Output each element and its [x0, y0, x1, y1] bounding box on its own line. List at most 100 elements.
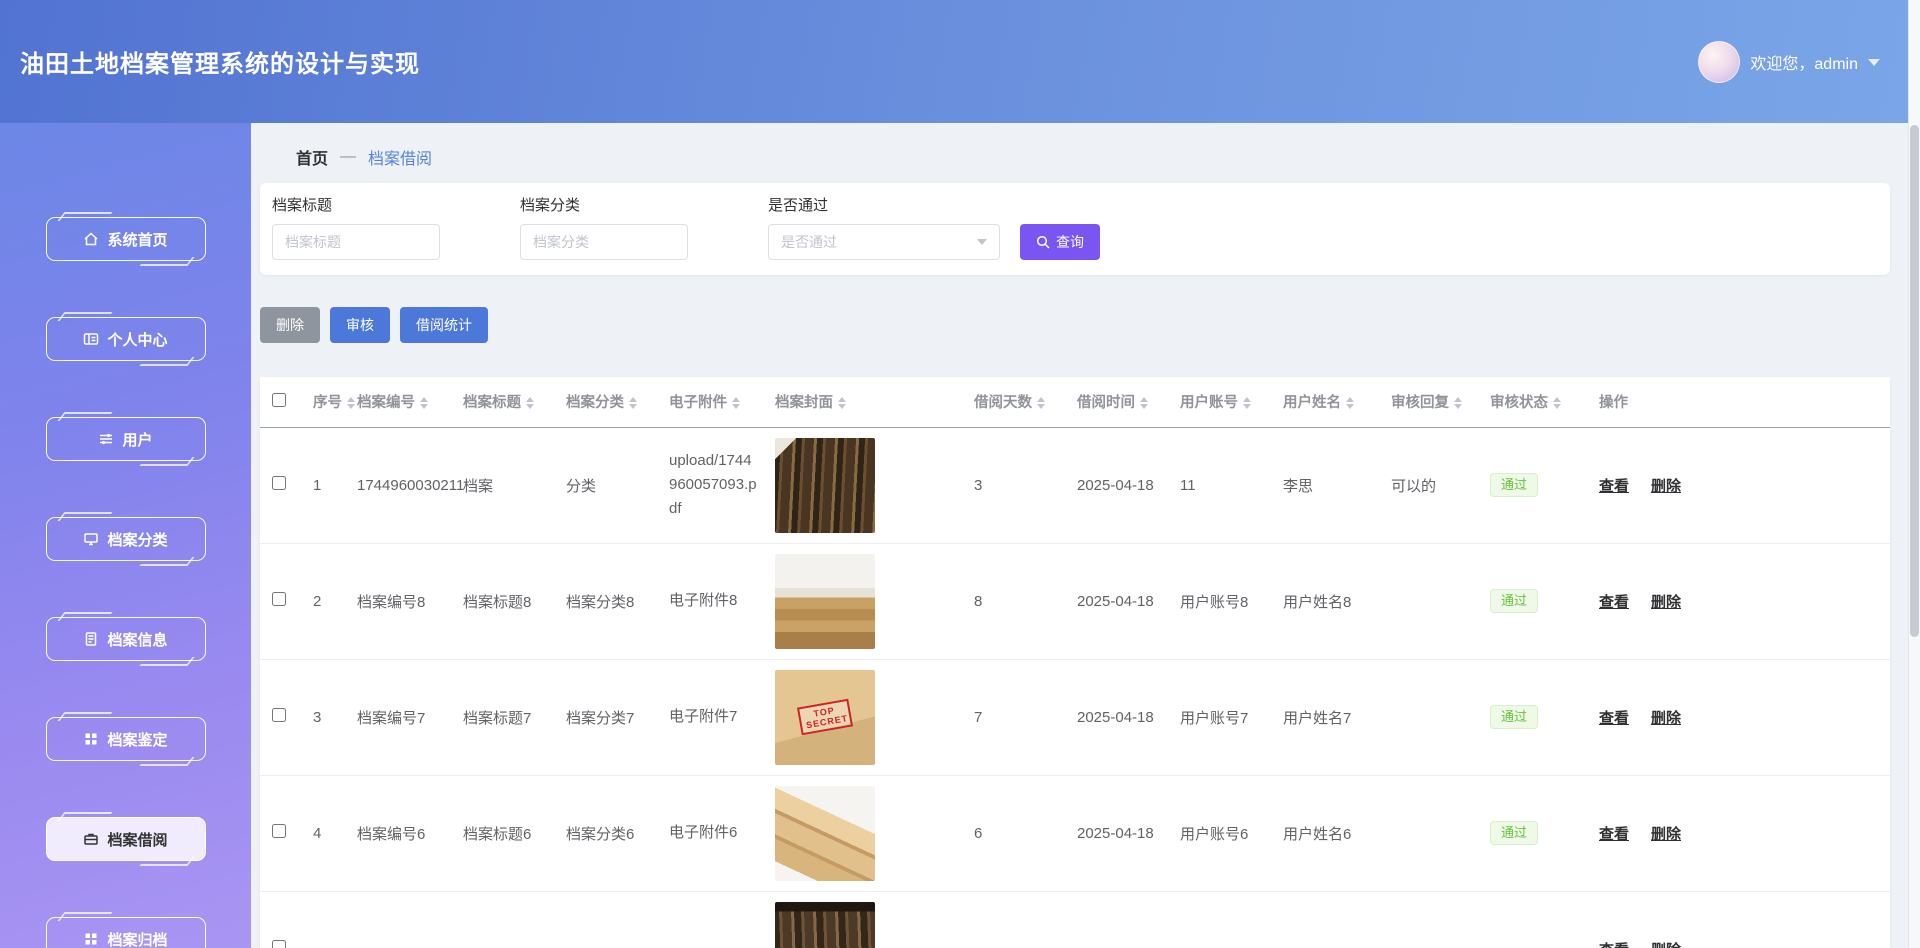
cell-index: 2: [305, 543, 349, 660]
archive-cover-image[interactable]: [775, 553, 875, 649]
app-header: 油田土地档案管理系统的设计与实现 欢迎您，admin: [0, 0, 1920, 123]
row-checkbox[interactable]: [272, 940, 286, 948]
main-content: 首页 — 档案借阅 档案标题 档案分类 是否通过 是否通过 查询 删除 审核 借…: [251, 123, 1908, 948]
app-title: 油田土地档案管理系统的设计与实现: [20, 51, 420, 78]
cell-account: 用户账号8: [1172, 543, 1275, 660]
sort-caret-icon[interactable]: [1037, 397, 1045, 410]
cell-cover: [767, 775, 966, 892]
archive-cover-image[interactable]: TOP SECRET: [775, 669, 875, 765]
filter-panel: 档案标题 档案分类 是否通过 是否通过 查询: [260, 183, 1890, 275]
search-button[interactable]: 查询: [1020, 224, 1100, 260]
row-checkbox[interactable]: [272, 592, 286, 606]
cell-attachment: upload/174496​0057093.pdf: [661, 427, 767, 544]
cell-index: 3: [305, 659, 349, 776]
sidebar-item-archive-borrow[interactable]: 档案借阅: [45, 817, 206, 861]
column-header: 序号: [313, 395, 342, 412]
borrow-stats-button[interactable]: 借阅统计: [400, 307, 488, 343]
tune-icon: [98, 431, 114, 447]
view-link[interactable]: 查看: [1599, 826, 1629, 843]
sort-caret-icon[interactable]: [629, 397, 637, 410]
column-header: 档案编号: [357, 395, 415, 412]
cell-username: [1275, 891, 1383, 948]
sidebar-item-profile[interactable]: 个人中心: [45, 317, 206, 361]
sort-caret-icon[interactable]: [420, 397, 428, 410]
review-button[interactable]: 审核: [330, 307, 390, 343]
cell-title: [455, 891, 558, 948]
sidebar-item-users[interactable]: 用户: [45, 417, 206, 461]
row-checkbox[interactable]: [272, 476, 286, 490]
column-header: 档案分类: [566, 395, 624, 412]
sidebar-item-archive-info[interactable]: 档案信息: [45, 617, 206, 661]
sidebar-item-archive-filing[interactable]: 档案归档: [45, 917, 206, 948]
cell-index: 1: [305, 427, 349, 544]
view-link[interactable]: 查看: [1599, 710, 1629, 727]
delete-button[interactable]: 删除: [260, 307, 320, 343]
cell-days: 7: [966, 659, 1069, 776]
sidebar-item-home[interactable]: 系统首页: [45, 217, 206, 261]
monitor-icon: [83, 531, 99, 547]
cell-code: 1744960030211: [349, 427, 464, 544]
scrollbar-track: [1908, 0, 1920, 948]
cell-cover: [767, 543, 966, 660]
cell-code: [349, 891, 455, 948]
archive-cover-image[interactable]: [775, 437, 875, 533]
avatar[interactable]: [1698, 40, 1741, 83]
cell-time: [1069, 891, 1172, 948]
delete-link[interactable]: 删除: [1651, 826, 1681, 843]
sort-caret-icon[interactable]: [732, 397, 740, 410]
column-header: 档案封面: [775, 395, 833, 412]
cell-days: [966, 891, 1069, 948]
column-header: 用户姓名: [1283, 395, 1341, 412]
pass-select[interactable]: 是否通过: [768, 224, 1000, 260]
cell-reply: 可以的: [1383, 427, 1482, 544]
archive-cover-image[interactable]: [775, 785, 875, 881]
sort-caret-icon[interactable]: [1243, 397, 1251, 410]
table-header-row: 序号 档案编号 档案标题 档案分类 电子附件 档案封面 借阅天数 借阅时间 用户…: [260, 377, 1890, 428]
breadcrumb-home[interactable]: 首页: [296, 145, 328, 169]
cell-reply: [1383, 775, 1482, 892]
row-checkbox[interactable]: [272, 824, 286, 838]
user-menu[interactable]: 欢迎您，admin: [1698, 40, 1880, 83]
delete-link[interactable]: 删除: [1651, 942, 1681, 948]
cell-title: 档案标题8: [455, 543, 558, 660]
cell-cover: TOP SECRET: [767, 659, 966, 776]
view-link[interactable]: 查看: [1599, 594, 1629, 611]
briefcase-icon: [83, 831, 99, 847]
select-all-checkbox[interactable]: [272, 392, 286, 407]
sidebar-item-archive-category[interactable]: 档案分类: [45, 517, 206, 561]
cell-actions: 查看 删除: [1591, 775, 1890, 892]
scrollbar-thumb[interactable]: [1910, 125, 1919, 637]
cell-account: 用户账号7: [1172, 659, 1275, 776]
sort-caret-icon[interactable]: [1346, 397, 1354, 410]
cell-username: 用户姓名7: [1275, 659, 1383, 776]
sidebar-item-label: 系统首页: [107, 231, 168, 249]
sidebar-item-label: 档案归档: [107, 931, 168, 948]
sort-caret-icon[interactable]: [1454, 397, 1462, 410]
delete-link[interactable]: 删除: [1651, 478, 1681, 495]
sort-caret-icon[interactable]: [347, 397, 355, 410]
cell-status: 通过: [1482, 775, 1591, 892]
sort-caret-icon[interactable]: [1553, 397, 1561, 410]
archive-cover-image[interactable]: [775, 901, 875, 948]
cell-status: 通过: [1482, 659, 1591, 776]
search-button-label: 查询: [1056, 234, 1084, 250]
cell-status: 通过: [1482, 427, 1591, 544]
column-header: 审核状态: [1490, 395, 1548, 412]
grid-icon: [83, 731, 99, 747]
sidebar-item-archive-appraisal[interactable]: 档案鉴定: [45, 717, 206, 761]
archive-title-input[interactable]: [272, 224, 440, 260]
sort-caret-icon[interactable]: [526, 397, 534, 410]
sort-caret-icon[interactable]: [838, 397, 846, 410]
table-row: 4 档案编号6 档案标题6 档案分类6 电子附件6 6 2025-04-18 用…: [260, 775, 1890, 892]
cell-category: 档案分类7: [558, 659, 661, 776]
sort-caret-icon[interactable]: [1140, 397, 1148, 410]
delete-link[interactable]: 删除: [1651, 594, 1681, 611]
view-link[interactable]: 查看: [1599, 942, 1629, 948]
delete-link[interactable]: 删除: [1651, 710, 1681, 727]
column-header: 借阅时间: [1077, 395, 1135, 412]
id-card-icon: [83, 331, 99, 347]
cell-attachment: [661, 891, 767, 948]
archive-category-input[interactable]: [520, 224, 688, 260]
view-link[interactable]: 查看: [1599, 478, 1629, 495]
row-checkbox[interactable]: [272, 708, 286, 722]
